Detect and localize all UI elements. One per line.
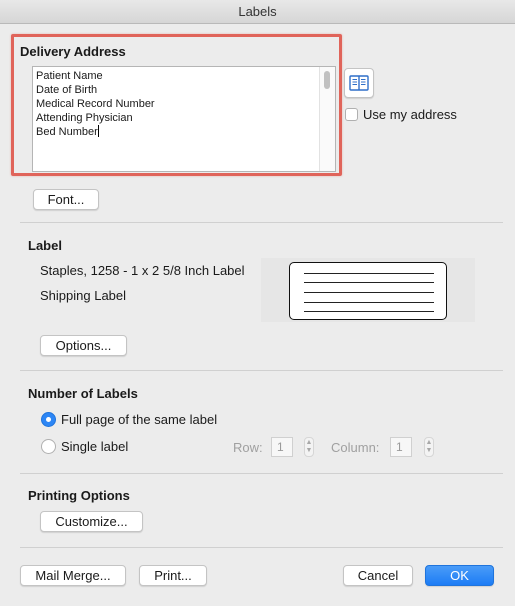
preview-line — [304, 282, 434, 283]
cancel-button[interactable]: Cancel — [343, 565, 413, 586]
column-stepper[interactable]: ▲ ▼ — [424, 437, 434, 457]
divider — [20, 370, 503, 371]
chevron-up-icon: ▲ — [305, 439, 313, 446]
address-line: Date of Birth — [36, 84, 98, 96]
address-book-icon — [349, 75, 369, 91]
label-preview-card — [289, 262, 447, 320]
chevron-down-icon: ▼ — [425, 447, 433, 454]
ok-button[interactable]: OK — [425, 565, 494, 586]
row-stepper[interactable]: ▲ ▼ — [304, 437, 314, 457]
full-page-label: Full page of the same label — [61, 412, 218, 427]
address-lines: Patient Name Date of Birth Medical Recor… — [36, 69, 155, 139]
customize-button[interactable]: Customize... — [40, 511, 143, 532]
number-of-labels-heading: Number of Labels — [28, 386, 138, 401]
label-product: Staples, 1258 - 1 x 2 5/8 Inch Label — [40, 263, 245, 278]
address-line-last: Bed Number — [36, 125, 155, 139]
address-scrollbar[interactable] — [319, 67, 335, 171]
single-label-label: Single label — [61, 439, 129, 454]
address-line: Patient Name — [36, 70, 103, 82]
address-line-text: Bed Number — [36, 126, 98, 138]
preview-line — [304, 302, 434, 303]
label-type: Shipping Label — [40, 288, 127, 303]
use-my-address-checkbox[interactable] — [345, 108, 358, 121]
divider — [20, 473, 503, 474]
row-field[interactable]: 1 — [271, 437, 293, 457]
scroll-thumb[interactable] — [324, 71, 330, 89]
address-line: Attending Physician — [36, 112, 133, 124]
row-label: Row: — [233, 440, 263, 455]
full-page-radio[interactable] — [41, 412, 56, 427]
delivery-address-heading: Delivery Address — [20, 44, 126, 59]
use-my-address-label: Use my address — [363, 107, 457, 122]
column-field[interactable]: 1 — [390, 437, 412, 457]
chevron-up-icon: ▲ — [425, 439, 433, 446]
text-cursor — [97, 125, 99, 137]
single-label-radio[interactable] — [41, 439, 56, 454]
address-book-button[interactable] — [344, 68, 374, 98]
preview-line — [304, 273, 434, 274]
delivery-address-textarea[interactable]: Patient Name Date of Birth Medical Recor… — [32, 66, 336, 172]
label-preview — [261, 258, 475, 322]
font-button[interactable]: Font... — [33, 189, 99, 210]
column-label: Column: — [331, 440, 380, 455]
divider — [20, 222, 503, 223]
address-line: Medical Record Number — [36, 98, 155, 110]
printing-options-heading: Printing Options — [28, 488, 130, 503]
options-button[interactable]: Options... — [40, 335, 127, 356]
label-heading: Label — [28, 238, 62, 253]
print-button[interactable]: Print... — [139, 565, 207, 586]
preview-line — [304, 311, 434, 312]
mail-merge-button[interactable]: Mail Merge... — [20, 565, 126, 586]
preview-line — [304, 292, 434, 293]
window-titlebar: Labels — [0, 0, 515, 24]
window-title: Labels — [238, 4, 277, 19]
divider — [20, 547, 503, 548]
chevron-down-icon: ▼ — [305, 447, 313, 454]
